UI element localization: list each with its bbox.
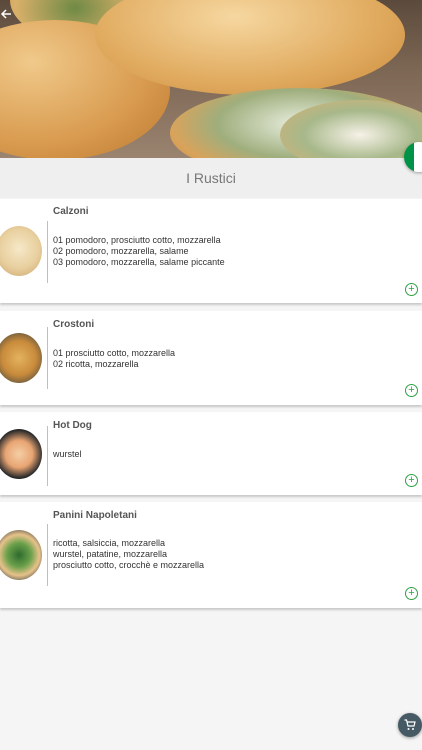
cart-icon[interactable]	[398, 713, 422, 737]
product-image	[0, 333, 42, 383]
add-circle-icon[interactable]: +	[405, 283, 418, 296]
product-image	[0, 226, 42, 276]
arrow-left-icon[interactable]	[0, 8, 16, 24]
product-card-calzoni[interactable]: Calzoni 01 pomodoro, prosciutto cotto, m…	[0, 199, 422, 303]
product-card-panini-napoletani[interactable]: Panini Napoletani ricotta, salsiccia, mo…	[0, 502, 422, 608]
product-options: 01 prosciutto cotto, mozzarella 02 ricot…	[53, 348, 176, 369]
product-name: Calzoni	[53, 206, 89, 217]
product-card-hot-dog[interactable]: Hot Dog wurstel +	[0, 412, 422, 495]
product-options: ricotta, salsiccia, mozzarella wurstel, …	[53, 538, 205, 570]
product-name: Panini Napoletani	[53, 510, 137, 521]
product-card-crostoni[interactable]: Crostoni 01 prosciutto cotto, mozzarella…	[0, 311, 422, 405]
product-options: wurstel	[53, 449, 82, 459]
product-image	[0, 429, 42, 479]
add-circle-icon[interactable]: +	[405, 474, 418, 487]
add-circle-icon[interactable]: +	[405, 587, 418, 600]
add-circle-icon[interactable]: +	[405, 384, 418, 397]
category-header: I Rustici	[0, 158, 422, 198]
product-options: 01 pomodoro, prosciutto cotto, mozzarell…	[53, 235, 225, 267]
product-name: Hot Dog	[53, 420, 92, 431]
hero-image	[0, 0, 422, 158]
page-title: I Rustici	[186, 170, 236, 186]
product-image	[0, 530, 42, 580]
product-name: Crostoni	[53, 319, 95, 330]
